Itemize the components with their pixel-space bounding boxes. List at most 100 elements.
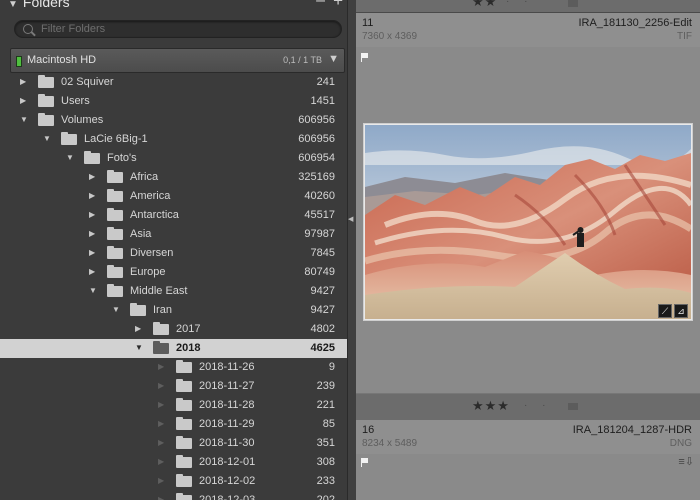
disclosure-collapsed-icon: ▶	[158, 438, 165, 447]
disclosure-collapsed-icon[interactable]: ▶	[89, 172, 99, 181]
disclosure-collapsed-icon[interactable]: ▶	[20, 96, 30, 105]
folder-icon	[153, 322, 169, 335]
collapse-triangle-icon[interactable]: ▼	[8, 0, 18, 10]
folder-count: 4802	[310, 323, 335, 335]
folder-row[interactable]: ▼ LaCie 6Big-1 606956	[0, 130, 347, 149]
filter-folders-input[interactable]	[41, 22, 321, 36]
disclosure-collapsed-icon[interactable]: ▶	[89, 229, 99, 238]
folder-row[interactable]: ▶ 02 Squiver 241	[0, 73, 347, 92]
flag-icon[interactable]	[361, 458, 368, 467]
disclosure-expanded-icon[interactable]: ▼	[20, 115, 30, 124]
color-label-icon[interactable]	[568, 403, 578, 410]
disclosure-collapsed-icon: ▶	[158, 400, 165, 409]
folder-row[interactable]: ▼ Iran 9427	[0, 301, 347, 320]
flag-icon[interactable]	[361, 53, 368, 62]
folder-count: 239	[316, 380, 335, 392]
crop-badge-icon[interactable]: ⊿	[674, 304, 688, 318]
folder-count: 4625	[310, 342, 335, 354]
folder-row[interactable]: ▶ 2018-12-03 202	[0, 491, 347, 500]
develop-edited-badge-icon[interactable]: ⟋	[658, 304, 672, 318]
folder-row[interactable]: ▼ Volumes 606956	[0, 111, 347, 130]
volume-bar[interactable]: Macintosh HD 0,1 / 1 TB ▼	[10, 48, 345, 73]
folder-row[interactable]: ▶ 2018-11-26 9	[0, 358, 347, 377]
folder-row[interactable]: ▶ Users 1451	[0, 92, 347, 111]
disclosure-collapsed-icon[interactable]: ▶	[89, 191, 99, 200]
rating-dots[interactable]: · ·	[506, 0, 533, 7]
folder-row[interactable]: ▶ 2017 4802	[0, 320, 347, 339]
cell-filename: IRA_181204_1287-HDR	[572, 424, 692, 436]
cell-dimensions: 8234 x 5489	[362, 438, 418, 449]
volume-size: 0,1 / 1 TB	[283, 55, 322, 65]
folder-row[interactable]: ▶ Europe 80749	[0, 263, 347, 282]
folder-name: 2017	[176, 323, 201, 335]
disclosure-collapsed-icon[interactable]: ▶	[135, 324, 145, 333]
remove-folder-button[interactable]: –	[316, 0, 325, 10]
folder-row[interactable]: ▶ America 40260	[0, 187, 347, 206]
folder-icon	[84, 151, 100, 164]
folder-row[interactable]: ▼ 2018 4625	[0, 339, 347, 358]
folder-name: Asia	[130, 228, 152, 240]
disclosure-expanded-icon[interactable]: ▼	[135, 343, 145, 352]
folder-row[interactable]: ▶ 2018-12-01 308	[0, 453, 347, 472]
folder-row[interactable]: ▶ Asia 97987	[0, 225, 347, 244]
folder-name: Antarctica	[130, 209, 179, 221]
disclosure-collapsed-icon: ▶	[158, 495, 165, 500]
folder-row[interactable]: ▶ 2018-11-29 85	[0, 415, 347, 434]
folder-row[interactable]: ▼ Middle East 9427	[0, 282, 347, 301]
cell-header[interactable]: 11 7360 x 4369 IRA_181130_2256-Edit TIF	[356, 13, 700, 47]
grid-cell[interactable]	[356, 454, 700, 500]
folder-count: 97987	[304, 228, 335, 240]
folder-count: 606954	[298, 152, 335, 164]
folder-row[interactable]: ▶ Africa 325169	[0, 168, 347, 187]
folder-name: Iran	[153, 304, 172, 316]
folder-icon	[107, 284, 123, 297]
volume-menu-arrow-icon[interactable]: ▼	[328, 53, 339, 65]
folder-icon	[176, 474, 192, 487]
panel-divider[interactable]: ◀	[347, 0, 356, 500]
disclosure-collapsed-icon[interactable]: ▶	[89, 267, 99, 276]
cell-extension: TIF	[677, 31, 692, 42]
disclosure-expanded-icon[interactable]: ▼	[43, 134, 53, 143]
color-label-icon[interactable]	[568, 0, 578, 7]
disclosure-collapsed-icon[interactable]: ▶	[89, 210, 99, 219]
folder-icon	[130, 303, 146, 316]
add-folder-button[interactable]: +	[333, 0, 343, 11]
rating-stars[interactable]: ★★	[472, 0, 497, 10]
cell-filename: IRA_181130_2256-Edit	[578, 17, 692, 29]
folder-name: Users	[61, 95, 90, 107]
folder-count: 9	[328, 361, 335, 373]
disclosure-expanded-icon[interactable]: ▼	[66, 153, 76, 162]
folders-panel: ▼ Folders – + Macintosh HD 0,1 / 1 TB ▼ ▶…	[0, 0, 347, 500]
disclosure-expanded-icon[interactable]: ▼	[112, 305, 122, 314]
folder-row[interactable]: ▼ Foto's 606954	[0, 149, 347, 168]
folder-name: 2018-12-03	[199, 494, 256, 500]
folder-name: Africa	[130, 171, 159, 183]
folder-row[interactable]: ▶ Diversen 7845	[0, 244, 347, 263]
photo-thumbnail[interactable]: ⟋ ⊿	[363, 123, 693, 321]
folder-row[interactable]: ▶ Antarctica 45517	[0, 206, 347, 225]
disclosure-collapsed-icon[interactable]: ▶	[89, 248, 99, 257]
metadata-badge-icon[interactable]: ≡⇩	[678, 455, 694, 468]
folder-row[interactable]: ▶ 2018-12-02 233	[0, 472, 347, 491]
folder-icon	[107, 265, 123, 278]
photo-image	[365, 125, 691, 319]
folder-count: 85	[322, 418, 335, 430]
disclosure-expanded-icon[interactable]: ▼	[89, 286, 99, 295]
folder-row[interactable]: ▶ 2018-11-27 239	[0, 377, 347, 396]
disclosure-collapsed-icon[interactable]: ▶	[20, 77, 30, 86]
panel-title[interactable]: ▼ Folders	[8, 0, 70, 10]
cell-header[interactable]: 16 8234 x 5489 IRA_181204_1287-HDR DNG	[356, 420, 700, 454]
folder-count: 606956	[298, 114, 335, 126]
collapse-panel-arrow-icon[interactable]: ◀	[348, 215, 353, 223]
folder-row[interactable]: ▶ 2018-11-30 351	[0, 434, 347, 453]
folder-row[interactable]: ▶ 2018-11-28 221	[0, 396, 347, 415]
folder-icon	[107, 189, 123, 202]
panel-title-label: Folders	[22, 0, 70, 10]
filter-box[interactable]	[14, 20, 342, 38]
folder-icon	[176, 379, 192, 392]
folder-name: 2018-11-26	[199, 361, 255, 373]
folder-icon	[176, 493, 192, 500]
rating-dots[interactable]: · ·	[524, 400, 551, 411]
folder-icon	[61, 132, 77, 145]
rating-stars[interactable]: ★★★	[472, 398, 510, 414]
